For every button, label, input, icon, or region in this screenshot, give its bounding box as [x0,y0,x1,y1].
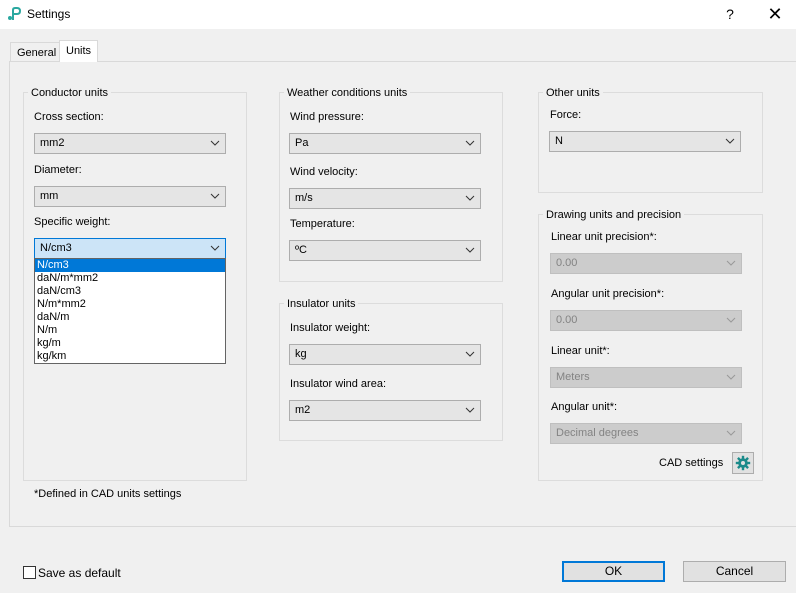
angular-precision-select[interactable]: 0.00 [550,310,742,331]
cross-section-select[interactable]: mm2 [34,133,226,154]
dropdown-option-dan-cm3[interactable]: daN/cm3 [35,285,225,298]
ok-button[interactable]: OK [562,561,665,582]
angular-unit-value: Decimal degrees [556,427,639,439]
diameter-value: mm [40,190,59,202]
linear-unit-select[interactable]: Meters [550,367,742,388]
dropdown-option-n-m-mm2[interactable]: N/m*mm2 [35,298,225,311]
specific-weight-dropdown-list: N/cm3 daN/m*mm2 daN/cm3 N/m*mm2 daN/m N/… [34,258,226,364]
angular-unit-select[interactable]: Decimal degrees [550,423,742,444]
help-button[interactable]: ? [716,2,744,26]
angular-unit-label: Angular unit*: [551,401,618,413]
force-value: N [555,135,563,147]
chevron-down-icon [465,140,475,146]
other-units-title: Other units [543,87,603,99]
wind-velocity-label: Wind velocity: [290,166,358,178]
chevron-down-icon [726,374,736,380]
insulator-wind-area-label: Insulator wind area: [290,378,386,390]
drawing-units-title: Drawing units and precision [543,209,685,221]
insulator-units-title: Insulator units [284,298,359,310]
temperature-select[interactable]: ºC [289,240,481,261]
cancel-button[interactable]: Cancel [683,561,786,582]
gear-icon [735,455,751,471]
linear-precision-value: 0.00 [556,257,578,269]
insulator-wind-area-value: m2 [295,404,311,416]
cad-settings-label: CAD settings [659,457,724,469]
dropdown-option-dan-m[interactable]: daN/m [35,311,225,324]
force-label: Force: [550,109,582,121]
wind-pressure-value: Pa [295,137,309,149]
chevron-down-icon [465,351,475,357]
angular-precision-label: Angular unit precision*: [551,288,665,300]
wind-velocity-value: m/s [295,192,313,204]
title-bar: Settings ? ✕ [0,0,796,29]
diameter-label: Diameter: [34,164,82,176]
chevron-down-icon [726,260,736,266]
insulator-weight-value: kg [295,348,307,360]
save-as-default-label: Save as default [38,566,121,580]
chevron-down-icon [210,140,220,146]
force-select[interactable]: N [549,131,741,152]
chevron-down-icon [210,245,220,251]
dropdown-option-n-cm3[interactable]: N/cm3 [35,259,225,272]
save-as-default-checkbox[interactable] [23,566,36,579]
chevron-down-icon [726,430,736,436]
tab-general[interactable]: General [10,42,64,61]
linear-unit-label: Linear unit*: [551,345,610,357]
chevron-down-icon [726,317,736,323]
wind-pressure-label: Wind pressure: [290,111,364,123]
temperature-value: ºC [295,244,307,256]
insulator-wind-area-select[interactable]: m2 [289,400,481,421]
close-button[interactable]: ✕ [760,2,790,26]
linear-unit-value: Meters [556,371,590,383]
dropdown-option-dan-m-mm2[interactable]: daN/m*mm2 [35,272,225,285]
cad-settings-button[interactable] [732,452,754,474]
window-title: Settings [27,7,71,21]
cad-footnote: *Defined in CAD units settings [34,488,182,500]
app-logo-icon [8,7,21,20]
insulator-weight-label: Insulator weight: [290,322,371,334]
tab-units[interactable]: Units [59,40,99,62]
linear-precision-select[interactable]: 0.00 [550,253,742,274]
chevron-down-icon [465,195,475,201]
specific-weight-value: N/cm3 [40,242,72,254]
specific-weight-select[interactable]: N/cm3 [34,238,226,259]
cross-section-value: mm2 [40,137,65,149]
chevron-down-icon [465,247,475,253]
angular-precision-value: 0.00 [556,314,578,326]
weather-units-title: Weather conditions units [284,87,411,99]
diameter-select[interactable]: mm [34,186,226,207]
chevron-down-icon [210,193,220,199]
dropdown-option-kg-m[interactable]: kg/m [35,337,225,350]
insulator-weight-select[interactable]: kg [289,344,481,365]
chevron-down-icon [725,138,735,144]
wind-velocity-select[interactable]: m/s [289,188,481,209]
dropdown-option-n-m[interactable]: N/m [35,324,225,337]
wind-pressure-select[interactable]: Pa [289,133,481,154]
linear-precision-label: Linear unit precision*: [551,231,657,243]
conductor-units-title: Conductor units [28,87,112,99]
temperature-label: Temperature: [290,218,355,230]
chevron-down-icon [465,407,475,413]
specific-weight-label: Specific weight: [34,216,111,228]
cross-section-label: Cross section: [34,111,104,123]
dropdown-option-kg-km[interactable]: kg/km [35,350,225,363]
